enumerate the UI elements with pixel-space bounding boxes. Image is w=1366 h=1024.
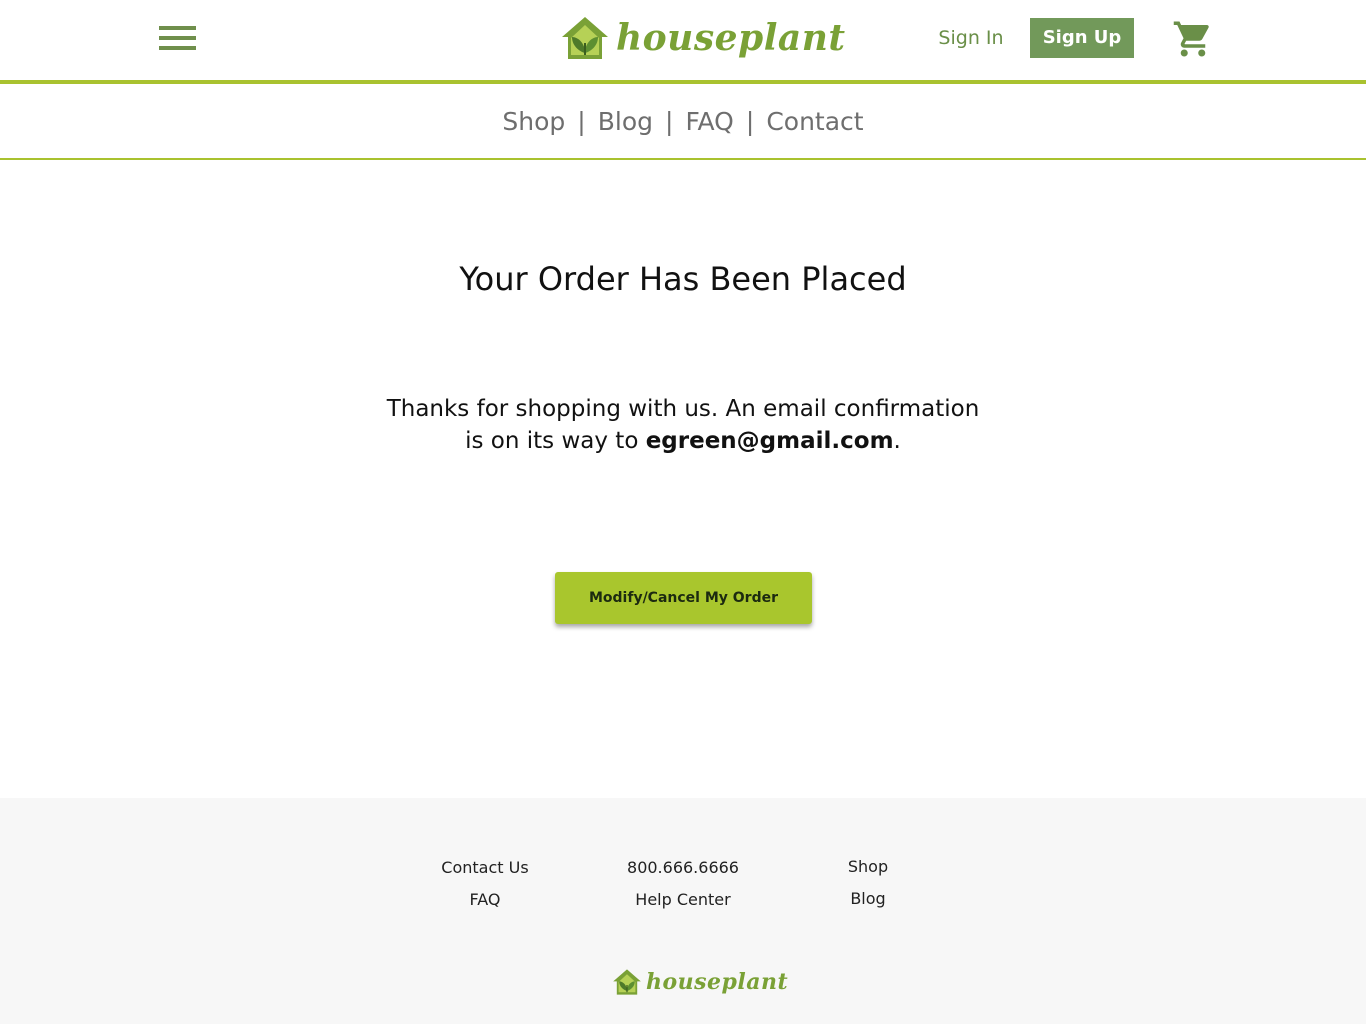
footer-shop[interactable]: Shop (768, 857, 968, 876)
menu-bar (159, 26, 196, 30)
site-footer: Contact Us FAQ 800.666.6666 Help Center … (0, 798, 1366, 1024)
site-header: houseplant Sign In Sign Up (0, 0, 1366, 80)
footer-logo[interactable]: houseplant (612, 968, 788, 996)
main-nav: Shop | Blog | FAQ | Contact (0, 84, 1366, 158)
nav-separator: | (745, 106, 755, 136)
nav-separator: | (665, 106, 674, 136)
message-line-2: is on its way to egreen@gmail.com. (333, 425, 1033, 457)
footer-help-center[interactable]: Help Center (583, 890, 783, 909)
nav-faq[interactable]: FAQ (685, 107, 733, 136)
confirmation-message: Thanks for shopping with us. An email co… (333, 393, 1033, 457)
modify-cancel-order-button[interactable]: Modify/Cancel My Order (555, 572, 812, 624)
footer-blog[interactable]: Blog (768, 889, 968, 908)
message-prefix: is on its way to (465, 428, 646, 454)
menu-bar (159, 36, 196, 40)
nav-shop[interactable]: Shop (502, 107, 565, 136)
menu-bar (159, 46, 196, 50)
nav-separator: | (577, 106, 586, 136)
house-leaf-icon (562, 17, 608, 59)
hamburger-menu-icon[interactable] (157, 24, 197, 54)
shopping-cart-icon[interactable] (1172, 18, 1214, 60)
house-leaf-icon (613, 969, 641, 995)
footer-faq[interactable]: FAQ (385, 890, 585, 909)
brand-wordmark: houseplant (616, 17, 846, 59)
confirmation-email: egreen@gmail.com (645, 428, 894, 454)
nav-divider (0, 158, 1366, 160)
sign-up-button[interactable]: Sign Up (1030, 18, 1134, 58)
footer-contact-us[interactable]: Contact Us (385, 858, 585, 877)
footer-phone[interactable]: 800.666.6666 (583, 858, 783, 877)
sign-in-link[interactable]: Sign In (932, 24, 1010, 52)
footer-wordmark: houseplant (646, 969, 789, 995)
message-line-1: Thanks for shopping with us. An email co… (386, 396, 980, 422)
page-title: Your Order Has Been Placed (459, 260, 907, 298)
nav-contact[interactable]: Contact (766, 107, 863, 136)
brand-logo[interactable]: houseplant (560, 12, 846, 64)
nav-blog[interactable]: Blog (598, 107, 653, 136)
message-suffix: . (893, 428, 901, 454)
